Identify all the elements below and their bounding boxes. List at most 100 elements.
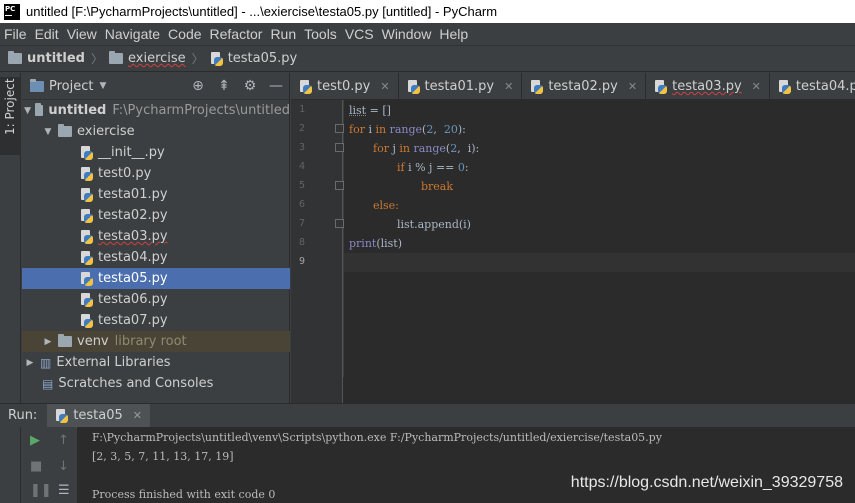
- expand-arrow-icon[interactable]: ▶: [42, 337, 54, 347]
- code-line: print(list): [349, 237, 403, 250]
- gear-icon[interactable]: ⚙: [237, 78, 263, 94]
- editor-tab[interactable]: testa04.py✕: [770, 73, 855, 99]
- tree-item-file[interactable]: testa02.py: [22, 205, 290, 226]
- project-panel: Project ▼ ⊕ ⇞ ⚙ — ▼ untitled F:\PycharmP…: [22, 73, 290, 403]
- soft-wrap-icon[interactable]: ☰: [58, 483, 70, 498]
- rerun-icon[interactable]: ▶: [30, 433, 40, 448]
- collapse-all-icon[interactable]: ⇞: [211, 78, 237, 94]
- tree-item-external-libraries[interactable]: ▶ ▥ External Libraries: [22, 352, 290, 373]
- project-view-icon: [30, 78, 44, 92]
- library-icon: ▥: [40, 355, 52, 370]
- line-number: 2: [298, 123, 305, 134]
- python-file-icon: [80, 229, 93, 244]
- menu-help[interactable]: Help: [439, 26, 468, 42]
- console-line: Process finished with exit code 0: [92, 488, 276, 501]
- python-file-icon: [407, 79, 420, 94]
- tree-item-file-selected[interactable]: testa05.py: [22, 268, 290, 289]
- python-file-icon: [778, 79, 791, 94]
- python-file-icon: [80, 313, 93, 328]
- menu-refactor[interactable]: Refactor: [210, 26, 263, 42]
- editor-tab-bar: test0.py ✕ testa01.py ✕ testa02.py ✕ testa0…: [291, 73, 855, 100]
- expand-arrow-icon[interactable]: ▼: [42, 127, 54, 137]
- scroll-down-icon[interactable]: ↓: [58, 459, 69, 474]
- folder-icon: [109, 51, 123, 64]
- expand-arrow-icon[interactable]: ▼: [24, 106, 31, 116]
- editor-empty-area: [291, 377, 855, 403]
- left-tool-strip: 1: Project: [0, 73, 21, 403]
- python-file-icon: [654, 79, 668, 94]
- pause-icon[interactable]: ❚❚: [30, 483, 52, 498]
- project-view-selector[interactable]: Project: [49, 79, 93, 94]
- tree-item-scratches[interactable]: ▤ Scratches and Consoles: [22, 373, 290, 394]
- close-icon[interactable]: ✕: [504, 80, 513, 93]
- breadcrumb-folder[interactable]: exiercise: [109, 51, 186, 66]
- python-file-icon: [80, 187, 93, 202]
- tree-item-file[interactable]: test0.py: [22, 163, 290, 184]
- watermark-text: https://blog.csdn.net/weixin_39329758: [570, 474, 843, 491]
- fold-marker-icon[interactable]: [335, 181, 344, 190]
- close-icon[interactable]: ✕: [380, 80, 389, 93]
- python-file-icon: [80, 166, 93, 181]
- menu-bar: File Edit View Navigate Code Refactor Ru…: [0, 23, 855, 45]
- breadcrumb-project[interactable]: untitled: [8, 51, 85, 66]
- line-number-current: 9: [298, 256, 305, 267]
- code-line: else:: [373, 199, 399, 212]
- scratches-icon: ▤: [42, 376, 54, 391]
- locate-icon[interactable]: ⊕: [185, 78, 211, 94]
- python-file-icon: [55, 408, 69, 423]
- close-icon[interactable]: ✕: [752, 80, 761, 93]
- chevron-right-icon: 〉: [90, 52, 103, 66]
- line-number: 5: [298, 180, 305, 191]
- run-left-strip: [0, 427, 21, 503]
- close-icon[interactable]: ✕: [133, 409, 142, 422]
- stop-icon[interactable]: ■: [30, 459, 42, 474]
- chevron-down-icon[interactable]: ▼: [99, 81, 106, 91]
- tree-item-file[interactable]: testa03.py: [22, 226, 290, 247]
- tree-item-untitled[interactable]: ▼ untitled F:\PycharmProjects\untitled: [22, 100, 290, 121]
- folder-icon: [58, 334, 72, 347]
- scroll-up-icon[interactable]: ↑: [58, 433, 69, 448]
- tree-item-file[interactable]: testa06.py: [22, 289, 290, 310]
- python-file-icon: [80, 145, 93, 160]
- tree-item-file[interactable]: testa04.py: [22, 247, 290, 268]
- window-title: untitled [F:\PycharmProjects\untitled] -…: [26, 4, 498, 19]
- project-panel-header: Project ▼ ⊕ ⇞ ⚙ —: [22, 73, 289, 100]
- editor-tab[interactable]: testa01.py ✕: [399, 73, 523, 99]
- line-number: 3: [298, 142, 305, 153]
- code-line: if i % j == 0:: [397, 161, 469, 174]
- project-tool-tab[interactable]: 1: Project: [0, 77, 21, 155]
- python-file-icon: [530, 79, 544, 94]
- editor-tab[interactable]: test0.py ✕: [291, 73, 399, 99]
- editor-tab[interactable]: testa03.py ✕: [646, 73, 770, 99]
- tree-item-exiercise[interactable]: ▼ exiercise: [22, 121, 290, 142]
- menu-file[interactable]: File: [4, 26, 27, 42]
- code-line: list.append(i): [397, 218, 471, 231]
- menu-tools[interactable]: Tools: [304, 26, 337, 42]
- fold-marker-icon[interactable]: [335, 124, 344, 133]
- fold-marker-icon[interactable]: [335, 219, 344, 228]
- code-editor[interactable]: list = [] for i in range(2, 20): for j i…: [344, 100, 855, 377]
- menu-vcs[interactable]: VCS: [345, 26, 374, 42]
- menu-code[interactable]: Code: [168, 26, 201, 42]
- window-titlebar: PC untitled [F:\PycharmProjects\untitled…: [0, 0, 855, 23]
- editor-tab[interactable]: testa02.py ✕: [522, 73, 647, 99]
- menu-view[interactable]: View: [67, 26, 97, 42]
- breadcrumb: untitled 〉 exiercise 〉 testa05.py: [0, 45, 855, 72]
- menu-edit[interactable]: Edit: [35, 26, 59, 42]
- tree-item-file[interactable]: testa07.py: [22, 310, 290, 331]
- close-icon[interactable]: ✕: [628, 80, 637, 93]
- tree-item-file[interactable]: __init__.py: [22, 142, 290, 163]
- tree-item-venv[interactable]: ▶ venv library root: [22, 331, 290, 352]
- menu-window[interactable]: Window: [382, 26, 432, 42]
- line-number: 4: [298, 161, 305, 172]
- hide-icon[interactable]: —: [263, 78, 289, 94]
- tree-item-file[interactable]: testa01.py: [22, 184, 290, 205]
- python-file-icon: [80, 208, 93, 223]
- fold-marker-icon[interactable]: [335, 143, 344, 152]
- run-toolwindow-header: Run: testa05 ✕: [0, 403, 855, 428]
- run-tab[interactable]: testa05 ✕: [47, 403, 151, 428]
- menu-navigate[interactable]: Navigate: [105, 26, 160, 42]
- breadcrumb-file[interactable]: testa05.py: [210, 51, 297, 66]
- expand-arrow-icon[interactable]: ▶: [24, 358, 36, 368]
- menu-run[interactable]: Run: [270, 26, 296, 42]
